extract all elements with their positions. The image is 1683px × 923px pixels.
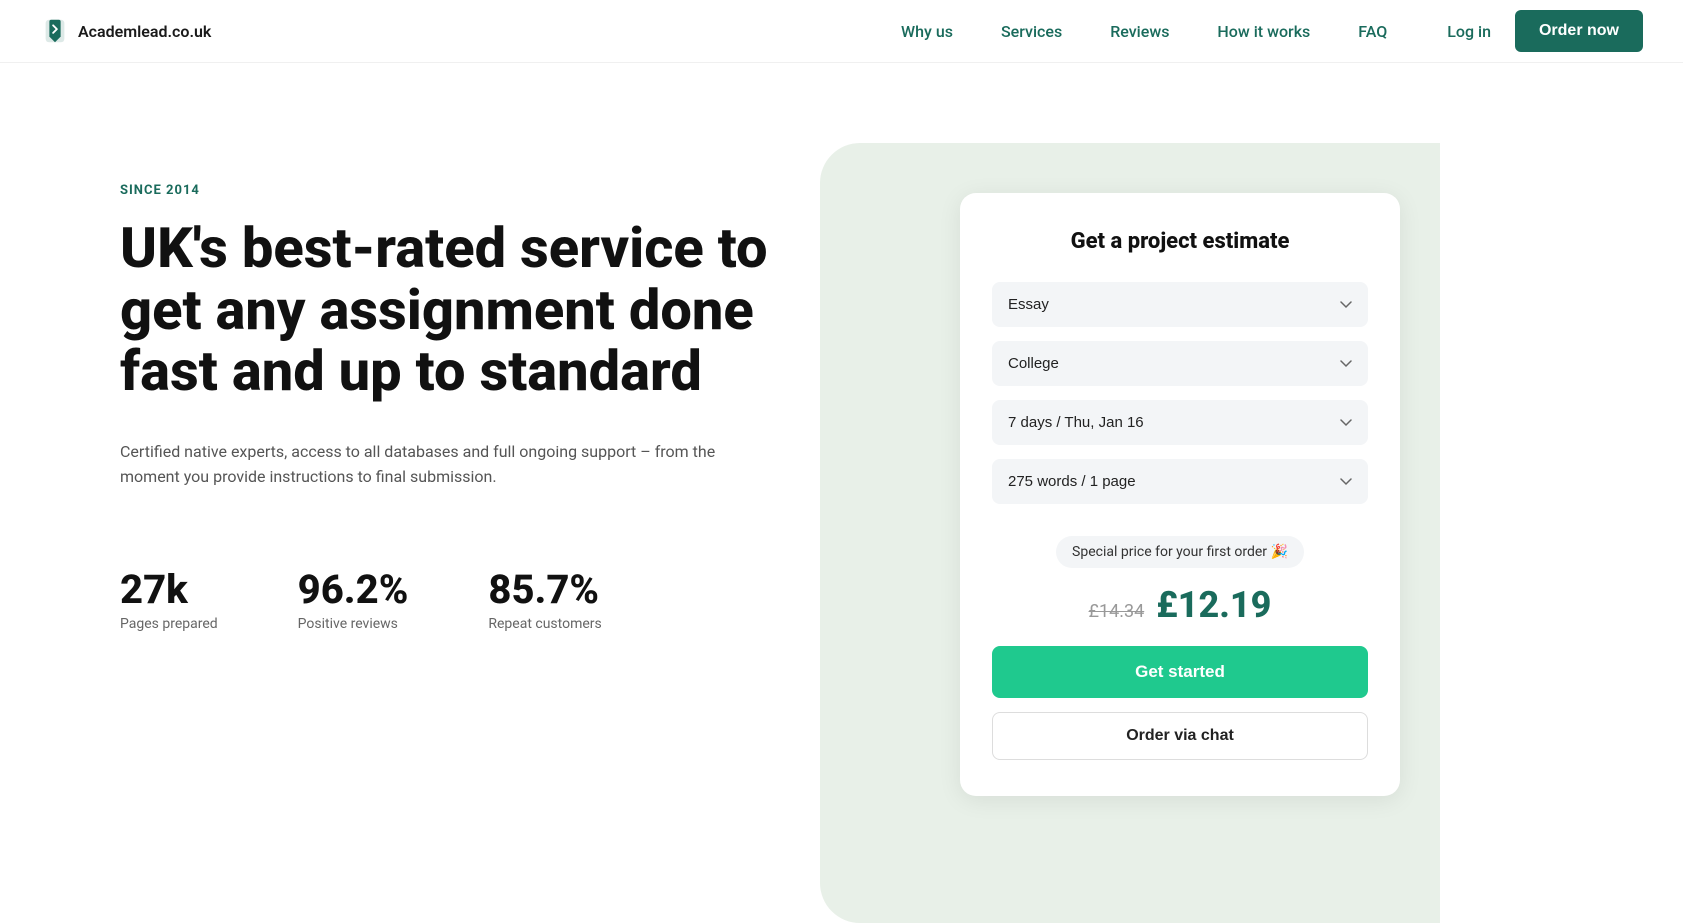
new-price: £12.19 <box>1156 584 1271 626</box>
order-via-chat-button[interactable]: Order via chat <box>992 712 1368 760</box>
hero-heading: UK's best-rated service to get any assig… <box>120 218 800 403</box>
old-price: £14.34 <box>1089 601 1145 622</box>
hero-section: SINCE 2014 UK's best-rated service to ge… <box>0 63 1683 856</box>
special-price-badge: Special price for your first order 🎉 <box>1056 536 1304 568</box>
nav-links: Why us Services Reviews How it works FAQ <box>901 22 1387 41</box>
stat-customers-number: 85.7% <box>488 570 601 610</box>
since-badge: SINCE 2014 <box>120 183 940 198</box>
stat-reviews: 96.2% Positive reviews <box>298 570 409 632</box>
stat-reviews-label: Positive reviews <box>298 616 409 632</box>
hero-left: SINCE 2014 UK's best-rated service to ge… <box>120 143 940 796</box>
stat-reviews-number: 96.2% <box>298 570 409 610</box>
nav-right: Log in Order now <box>1447 10 1643 52</box>
nav-item-reviews[interactable]: Reviews <box>1110 22 1169 41</box>
hero-right: Get a project estimate Essay Research Pa… <box>940 143 1400 796</box>
logo-text: Academlead.co.uk <box>78 22 211 41</box>
estimate-card: Get a project estimate Essay Research Pa… <box>960 193 1400 796</box>
level-select[interactable]: College Undergraduate Master's PhD <box>992 341 1368 386</box>
logo-icon <box>40 16 70 46</box>
navbar: Academlead.co.uk Why us Services Reviews… <box>0 0 1683 63</box>
nav-item-how-it-works[interactable]: How it works <box>1217 22 1310 41</box>
logo-area[interactable]: Academlead.co.uk <box>40 16 211 46</box>
pages-select[interactable]: 275 words / 1 page 550 words / 2 pages 8… <box>992 459 1368 504</box>
deadline-select[interactable]: 7 days / Thu, Jan 16 5 days 3 days 24 ho… <box>992 400 1368 445</box>
stat-pages-number: 27k <box>120 570 218 610</box>
nav-item-faq[interactable]: FAQ <box>1358 22 1387 41</box>
special-badge-text: Special price for your first order 🎉 <box>1072 544 1288 560</box>
get-started-button[interactable]: Get started <box>992 646 1368 698</box>
type-select[interactable]: Essay Research Paper Dissertation Course… <box>992 282 1368 327</box>
stat-customers: 85.7% Repeat customers <box>488 570 601 632</box>
estimate-title: Get a project estimate <box>992 229 1368 254</box>
stat-customers-label: Repeat customers <box>488 616 601 632</box>
stats-row: 27k Pages prepared 96.2% Positive review… <box>120 570 940 632</box>
nav-item-services[interactable]: Services <box>1001 22 1062 41</box>
price-area: £14.34 £12.19 <box>992 584 1368 626</box>
stat-pages-label: Pages prepared <box>120 616 218 632</box>
login-link[interactable]: Log in <box>1447 22 1491 41</box>
stat-pages: 27k Pages prepared <box>120 570 218 632</box>
hero-subtext: Certified native experts, access to all … <box>120 439 740 490</box>
order-now-button[interactable]: Order now <box>1515 10 1643 52</box>
nav-item-why-us[interactable]: Why us <box>901 22 953 41</box>
